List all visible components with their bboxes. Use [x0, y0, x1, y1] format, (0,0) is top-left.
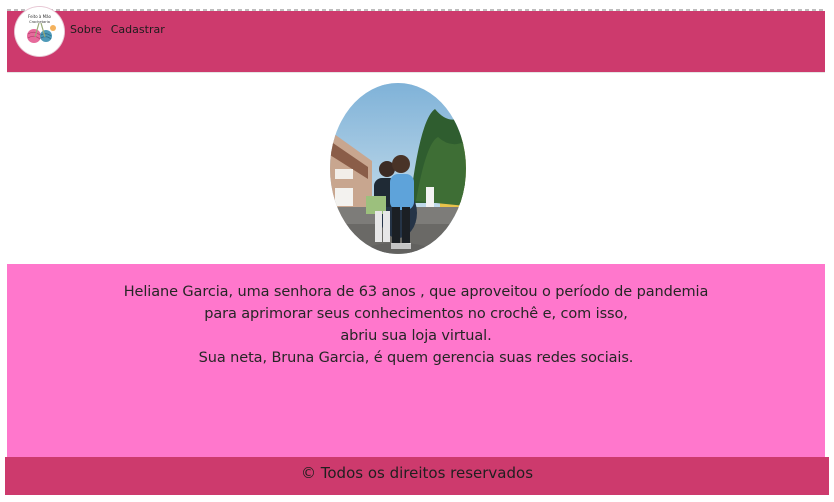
site-footer: © Todos os direitos reservados	[5, 457, 829, 495]
copyright-text: © Todos os direitos reservados	[300, 464, 534, 482]
site-header: Feito à Mão Crochetaria Sobre Cadastrar	[7, 7, 825, 72]
main-nav: Sobre Cadastrar	[70, 23, 165, 36]
portrait-photo-icon	[330, 83, 466, 254]
yarn-logo-icon: Feito à Mão Crochetaria	[15, 7, 64, 56]
page: Feito à Mão Crochetaria Sobre Cadastrar	[0, 0, 834, 502]
about-line-1: Heliane Garcia, uma senhora de 63 anos ,…	[123, 284, 709, 300]
logo-text-top: Feito à Mão	[28, 14, 52, 19]
about-line-2: para aprimorar seus conhecimentos no cro…	[204, 306, 628, 322]
about-section: Heliane Garcia, uma senhora de 63 anos ,…	[7, 264, 825, 457]
about-paragraph: Heliane Garcia, uma senhora de 63 anos ,…	[7, 264, 825, 369]
portrait-image	[330, 83, 466, 254]
nav-cadastrar-link[interactable]: Cadastrar	[111, 23, 165, 36]
nav-sobre-link[interactable]: Sobre	[70, 23, 102, 36]
hero-section	[7, 72, 825, 264]
logo[interactable]: Feito à Mão Crochetaria	[15, 7, 64, 56]
about-line-3: abriu sua loja virtual.	[340, 328, 492, 344]
about-line-4: Sua neta, Bruna Garcia, é quem gerencia …	[198, 350, 634, 366]
